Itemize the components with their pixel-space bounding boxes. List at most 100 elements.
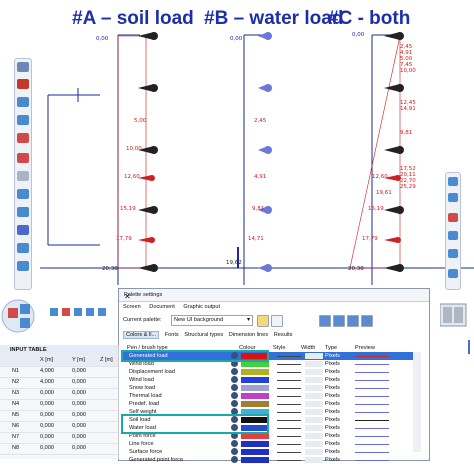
zoom-icon[interactable] xyxy=(448,193,458,202)
palette-picker-icon[interactable] xyxy=(231,384,238,391)
model-icon[interactable] xyxy=(448,231,458,240)
table-icon[interactable] xyxy=(17,243,29,253)
table-cell[interactable]: 0,000 xyxy=(40,434,54,440)
palette-tool-button-1[interactable] xyxy=(319,315,331,327)
layers-icon[interactable] xyxy=(17,225,29,235)
table-cell[interactable]: 0,000 xyxy=(40,390,54,396)
subtab-results[interactable]: Results xyxy=(274,332,293,338)
width-field[interactable] xyxy=(305,393,323,399)
table-cell[interactable]: N6 xyxy=(12,423,19,429)
support-icon[interactable] xyxy=(17,133,29,143)
width-field[interactable] xyxy=(305,369,323,375)
palette-tool-button-4[interactable] xyxy=(361,315,373,327)
palette-picker-icon[interactable] xyxy=(231,456,238,463)
table-cell[interactable]: N3 xyxy=(12,390,19,396)
table-cell[interactable]: N5 xyxy=(12,412,19,418)
table-cell[interactable]: 0,000 xyxy=(72,401,86,407)
table-cell[interactable]: 0,000 xyxy=(72,412,86,418)
table-row[interactable]: N8 0,000 0,000 xyxy=(0,443,118,455)
colour-swatch[interactable] xyxy=(241,393,269,399)
width-field[interactable] xyxy=(305,377,323,383)
style-line[interactable] xyxy=(277,356,301,357)
list-icon[interactable] xyxy=(17,261,29,271)
colour-swatch[interactable] xyxy=(241,441,269,447)
palette-picker-icon[interactable] xyxy=(231,440,238,447)
style-line[interactable] xyxy=(277,436,301,437)
style-line[interactable] xyxy=(277,420,301,421)
colour-swatch[interactable] xyxy=(241,369,269,375)
tab-screen[interactable]: Screen xyxy=(123,304,141,310)
palette-options-button[interactable] xyxy=(271,315,283,327)
section-icon[interactable] xyxy=(17,207,29,217)
beam-icon[interactable] xyxy=(17,97,29,107)
width-field[interactable] xyxy=(305,457,323,463)
width-field[interactable] xyxy=(305,417,323,423)
tab-document[interactable]: Document xyxy=(149,304,175,310)
style-line[interactable] xyxy=(277,396,301,397)
table-cell[interactable]: 0,000 xyxy=(72,434,86,440)
style-line[interactable] xyxy=(277,388,301,389)
subtab-structural-types[interactable]: Structural types xyxy=(184,332,223,338)
width-field[interactable] xyxy=(305,449,323,455)
globe-icon[interactable] xyxy=(17,62,29,72)
table-cell[interactable]: N7 xyxy=(12,434,19,440)
table-cell[interactable]: 0,000 xyxy=(72,379,86,385)
palette-row[interactable]: Wind load Pixels xyxy=(123,376,415,384)
palette-row[interactable]: Surface force Pixels xyxy=(123,448,415,456)
subtab-colors[interactable]: Colors & ll... xyxy=(123,331,160,339)
colour-swatch[interactable] xyxy=(241,385,269,391)
table-cell[interactable]: N2 xyxy=(12,379,19,385)
tab-graphic-output[interactable]: Graphic output xyxy=(183,304,220,310)
table-cell[interactable]: 0,000 xyxy=(72,445,86,451)
palette-row[interactable]: Predef. load Pixels xyxy=(123,400,415,408)
table-cell[interactable]: N8 xyxy=(12,445,19,451)
palette-row[interactable]: Line force Pixels xyxy=(123,440,415,448)
table-cell[interactable]: 0,000 xyxy=(40,401,54,407)
render-icon[interactable] xyxy=(448,249,458,258)
node-icon[interactable] xyxy=(17,79,29,89)
colour-swatch[interactable] xyxy=(241,377,269,383)
table-cell[interactable]: 0,000 xyxy=(40,412,54,418)
width-field[interactable] xyxy=(305,385,323,391)
table-cell[interactable]: 4,000 xyxy=(40,379,54,385)
subtab-dimension-lines[interactable]: Dimension lines xyxy=(229,332,268,338)
save-palette-button[interactable] xyxy=(257,315,269,327)
table-cell[interactable]: 0,000 xyxy=(40,445,54,451)
palette-row[interactable]: Thermal load Pixels xyxy=(123,392,415,400)
load-icon[interactable] xyxy=(17,153,29,163)
drawing-canvas[interactable]: #A – soil load #B – water load #C - both… xyxy=(0,0,474,290)
style-line[interactable] xyxy=(277,380,301,381)
width-field[interactable] xyxy=(305,401,323,407)
width-field[interactable] xyxy=(305,433,323,439)
dimension-icon[interactable] xyxy=(17,171,29,181)
table-cell[interactable]: 0,000 xyxy=(72,390,86,396)
member-icon[interactable] xyxy=(17,115,29,125)
colour-swatch[interactable] xyxy=(241,449,269,455)
palette-picker-icon[interactable] xyxy=(231,448,238,455)
grid-icon[interactable] xyxy=(17,189,29,199)
colour-swatch[interactable] xyxy=(241,401,269,407)
palette-scrollbar[interactable] xyxy=(413,352,421,452)
style-line[interactable] xyxy=(277,404,301,405)
style-line[interactable] xyxy=(277,452,301,453)
subtab-fonts[interactable]: Fonts xyxy=(165,332,179,338)
result-icon[interactable] xyxy=(448,213,458,222)
palette-row[interactable]: Generated point force Pixels xyxy=(123,456,415,464)
palette-picker-icon[interactable] xyxy=(231,368,238,375)
view-icon[interactable] xyxy=(448,177,458,186)
style-line[interactable] xyxy=(277,364,301,365)
palette-tool-button-3[interactable] xyxy=(347,315,359,327)
table-cell[interactable]: 0,000 xyxy=(72,423,86,429)
width-field[interactable] xyxy=(305,361,323,367)
palette-picker-icon[interactable] xyxy=(231,392,238,399)
palette-row[interactable]: Snow load Pixels xyxy=(123,384,415,392)
table-cell[interactable]: 0,000 xyxy=(72,368,86,374)
panel-toggle-icons[interactable] xyxy=(440,300,470,360)
table-cell[interactable]: N4 xyxy=(12,401,19,407)
width-field[interactable] xyxy=(305,353,323,359)
view-cube-panel[interactable] xyxy=(0,298,120,338)
table-cell[interactable]: 0,000 xyxy=(40,423,54,429)
colour-swatch[interactable] xyxy=(241,457,269,463)
palette-picker-icon[interactable] xyxy=(231,376,238,383)
style-line[interactable] xyxy=(277,444,301,445)
